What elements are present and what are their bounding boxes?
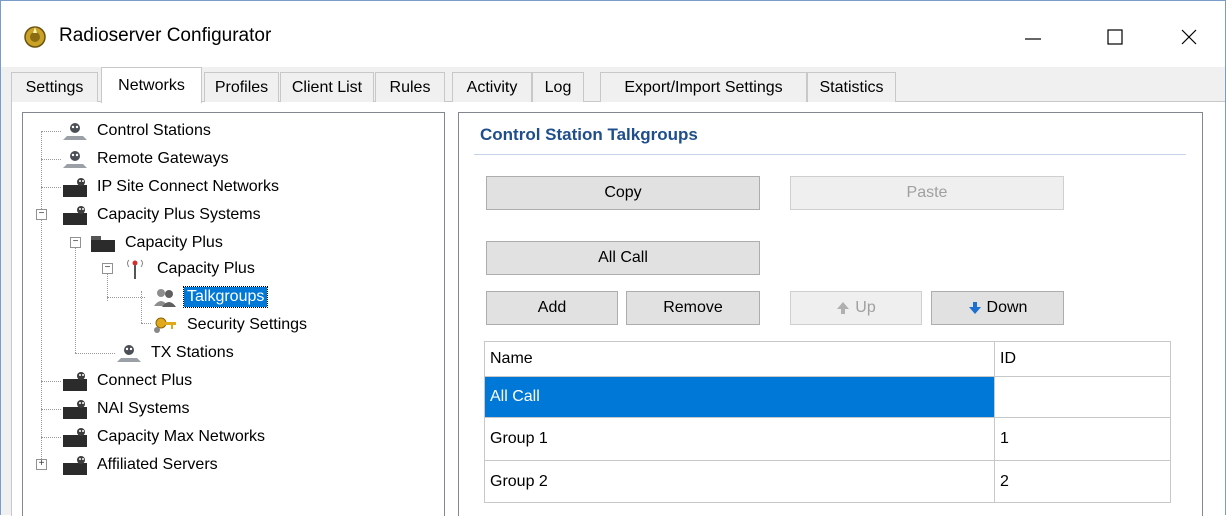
users-icon <box>154 289 176 307</box>
network-cluster-icon <box>63 428 87 447</box>
tree-line <box>141 323 151 324</box>
tree-line <box>41 159 61 160</box>
tree-line <box>141 291 142 323</box>
tree-line <box>41 187 61 188</box>
network-cluster-icon <box>63 206 87 225</box>
base-station-icon <box>63 123 87 140</box>
table-row[interactable]: All Call <box>484 377 1171 418</box>
tree-item-security-settings[interactable]: Security Settings <box>151 312 310 338</box>
base-station-icon <box>63 151 87 168</box>
all-call-button[interactable]: All Call <box>486 241 760 275</box>
tab-activity[interactable]: Activity <box>452 72 532 102</box>
tree-item-control-stations[interactable]: Control Stations <box>61 118 214 144</box>
network-cluster-icon <box>63 372 87 391</box>
down-button[interactable]: Down <box>931 291 1064 325</box>
app-window: Radioserver Configurator Settings Networ… <box>0 0 1226 516</box>
tree-item-affiliated-servers[interactable]: Affiliated Servers <box>61 452 221 478</box>
arrow-up-icon <box>837 302 850 314</box>
window-title: Radioserver Configurator <box>59 25 272 46</box>
close-button[interactable] <box>1157 13 1221 59</box>
base-station-icon <box>117 345 141 362</box>
tab-rules[interactable]: Rules <box>375 72 445 102</box>
tree-line <box>75 237 76 353</box>
column-header-name[interactable]: Name <box>484 341 995 377</box>
collapse-capacity-plus[interactable]: − <box>70 237 81 248</box>
tree-item-nai-systems[interactable]: NAI Systems <box>61 396 192 422</box>
tab-profiles[interactable]: Profiles <box>204 72 279 102</box>
tab-statistics[interactable]: Statistics <box>807 72 896 102</box>
close-icon <box>1181 29 1197 45</box>
tree-line <box>41 437 61 438</box>
arrow-down-icon <box>968 302 981 314</box>
tree-line <box>41 409 61 410</box>
copy-button[interactable]: Copy <box>486 176 760 210</box>
cell-id[interactable]: 2 <box>995 461 1171 503</box>
network-cluster-icon <box>63 400 87 419</box>
minimize-icon <box>1025 38 1041 40</box>
cell-id[interactable]: 1 <box>995 418 1171 461</box>
cell-id[interactable] <box>995 377 1171 418</box>
tree-item-remote-gateways[interactable]: Remote Gateways <box>61 146 232 172</box>
cell-name[interactable]: Group 2 <box>484 461 995 503</box>
tab-networks[interactable]: Networks <box>101 67 202 103</box>
antenna-icon <box>127 259 143 279</box>
tree-item-connect-plus[interactable]: Connect Plus <box>61 368 195 394</box>
maximize-icon <box>1107 29 1123 45</box>
tree-item-capacity-plus-systems[interactable]: Capacity Plus Systems <box>61 202 264 228</box>
app-logo-icon <box>24 26 46 48</box>
tree-item-ip-site-connect-networks[interactable]: IP Site Connect Networks <box>61 174 282 200</box>
panel-title: Control Station Talkgroups <box>480 125 698 144</box>
tab-client-list[interactable]: Client List <box>280 72 374 102</box>
network-cluster-icon <box>63 178 87 197</box>
tab-export-import-settings[interactable]: Export/Import Settings <box>600 72 807 102</box>
paste-button[interactable]: Paste <box>790 176 1064 210</box>
table-row[interactable]: Group 1 1 <box>484 418 1171 461</box>
column-header-id[interactable]: ID <box>995 341 1171 377</box>
title-bar: Radioserver Configurator <box>1 1 1225 67</box>
collapse-capacity-plus-systems[interactable]: − <box>36 209 47 220</box>
up-button[interactable]: Up <box>790 291 922 325</box>
network-tree[interactable]: − − − + Control Stations Remote Gateways… <box>22 112 445 516</box>
cell-name[interactable]: All Call <box>484 377 995 418</box>
tree-line <box>41 131 61 132</box>
maximize-button[interactable] <box>1083 13 1147 59</box>
tree-item-talkgroups-label: Talkgroups <box>182 286 269 308</box>
tree-item-capacity-max-networks[interactable]: Capacity Max Networks <box>61 424 268 450</box>
expand-affiliated-servers[interactable]: + <box>36 459 47 470</box>
network-cluster-icon <box>63 456 87 475</box>
table-row[interactable]: Group 2 2 <box>484 461 1171 503</box>
tree-line <box>41 131 42 467</box>
remove-button[interactable]: Remove <box>626 291 760 325</box>
tree-line <box>107 297 145 298</box>
tree-item-talkgroups[interactable]: Talkgroups <box>151 284 269 310</box>
cell-name[interactable]: Group 1 <box>484 418 995 461</box>
tree-item-tx-stations[interactable]: TX Stations <box>115 340 237 366</box>
tree-line <box>41 381 61 382</box>
system-icon <box>91 236 115 252</box>
tab-settings[interactable]: Settings <box>11 72 98 102</box>
panel-divider <box>474 154 1186 155</box>
minimize-button[interactable] <box>1001 13 1065 59</box>
tree-item-capacity-plus[interactable]: Capacity Plus <box>89 230 226 256</box>
collapse-capacity-plus-site[interactable]: − <box>102 263 113 274</box>
add-button[interactable]: Add <box>486 291 618 325</box>
tab-log[interactable]: Log <box>532 72 584 102</box>
grid-header: Name ID <box>484 341 1171 377</box>
tree-line <box>75 353 115 354</box>
key-icon <box>154 317 176 333</box>
tree-item-capacity-plus-site[interactable]: Capacity Plus <box>121 256 258 282</box>
